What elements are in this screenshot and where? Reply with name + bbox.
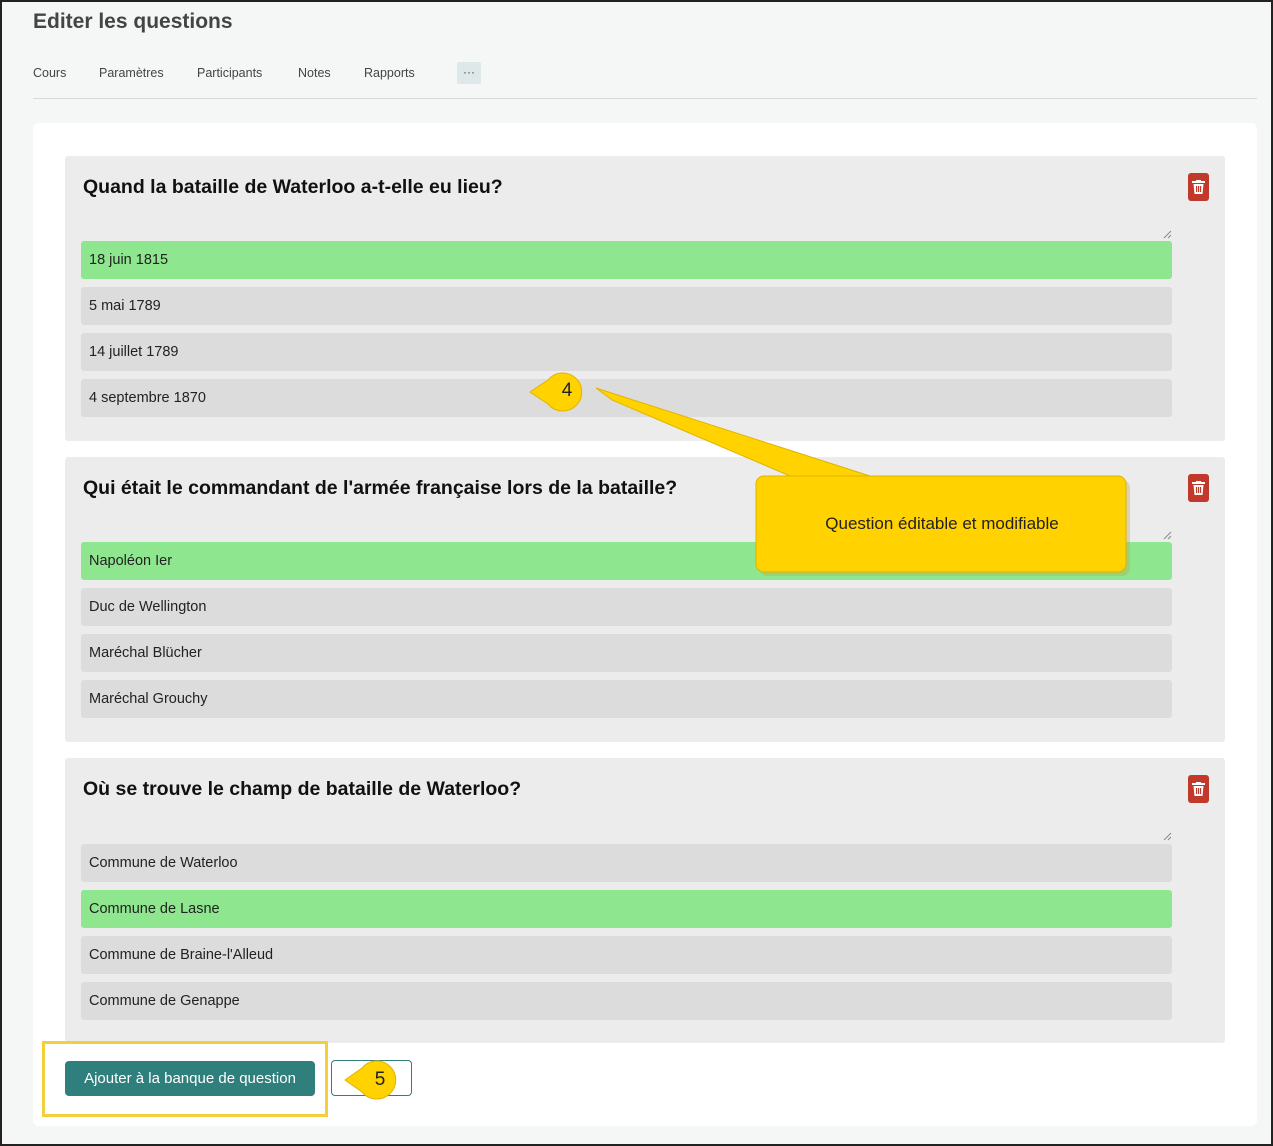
callout-text: Question éditable et modifiable <box>825 514 1059 533</box>
annotation-layer <box>344 372 1130 1100</box>
badge-5-label: 5 <box>374 1069 386 1090</box>
badge-4-label: 4 <box>561 380 573 401</box>
callout-pointer <box>595 387 871 477</box>
